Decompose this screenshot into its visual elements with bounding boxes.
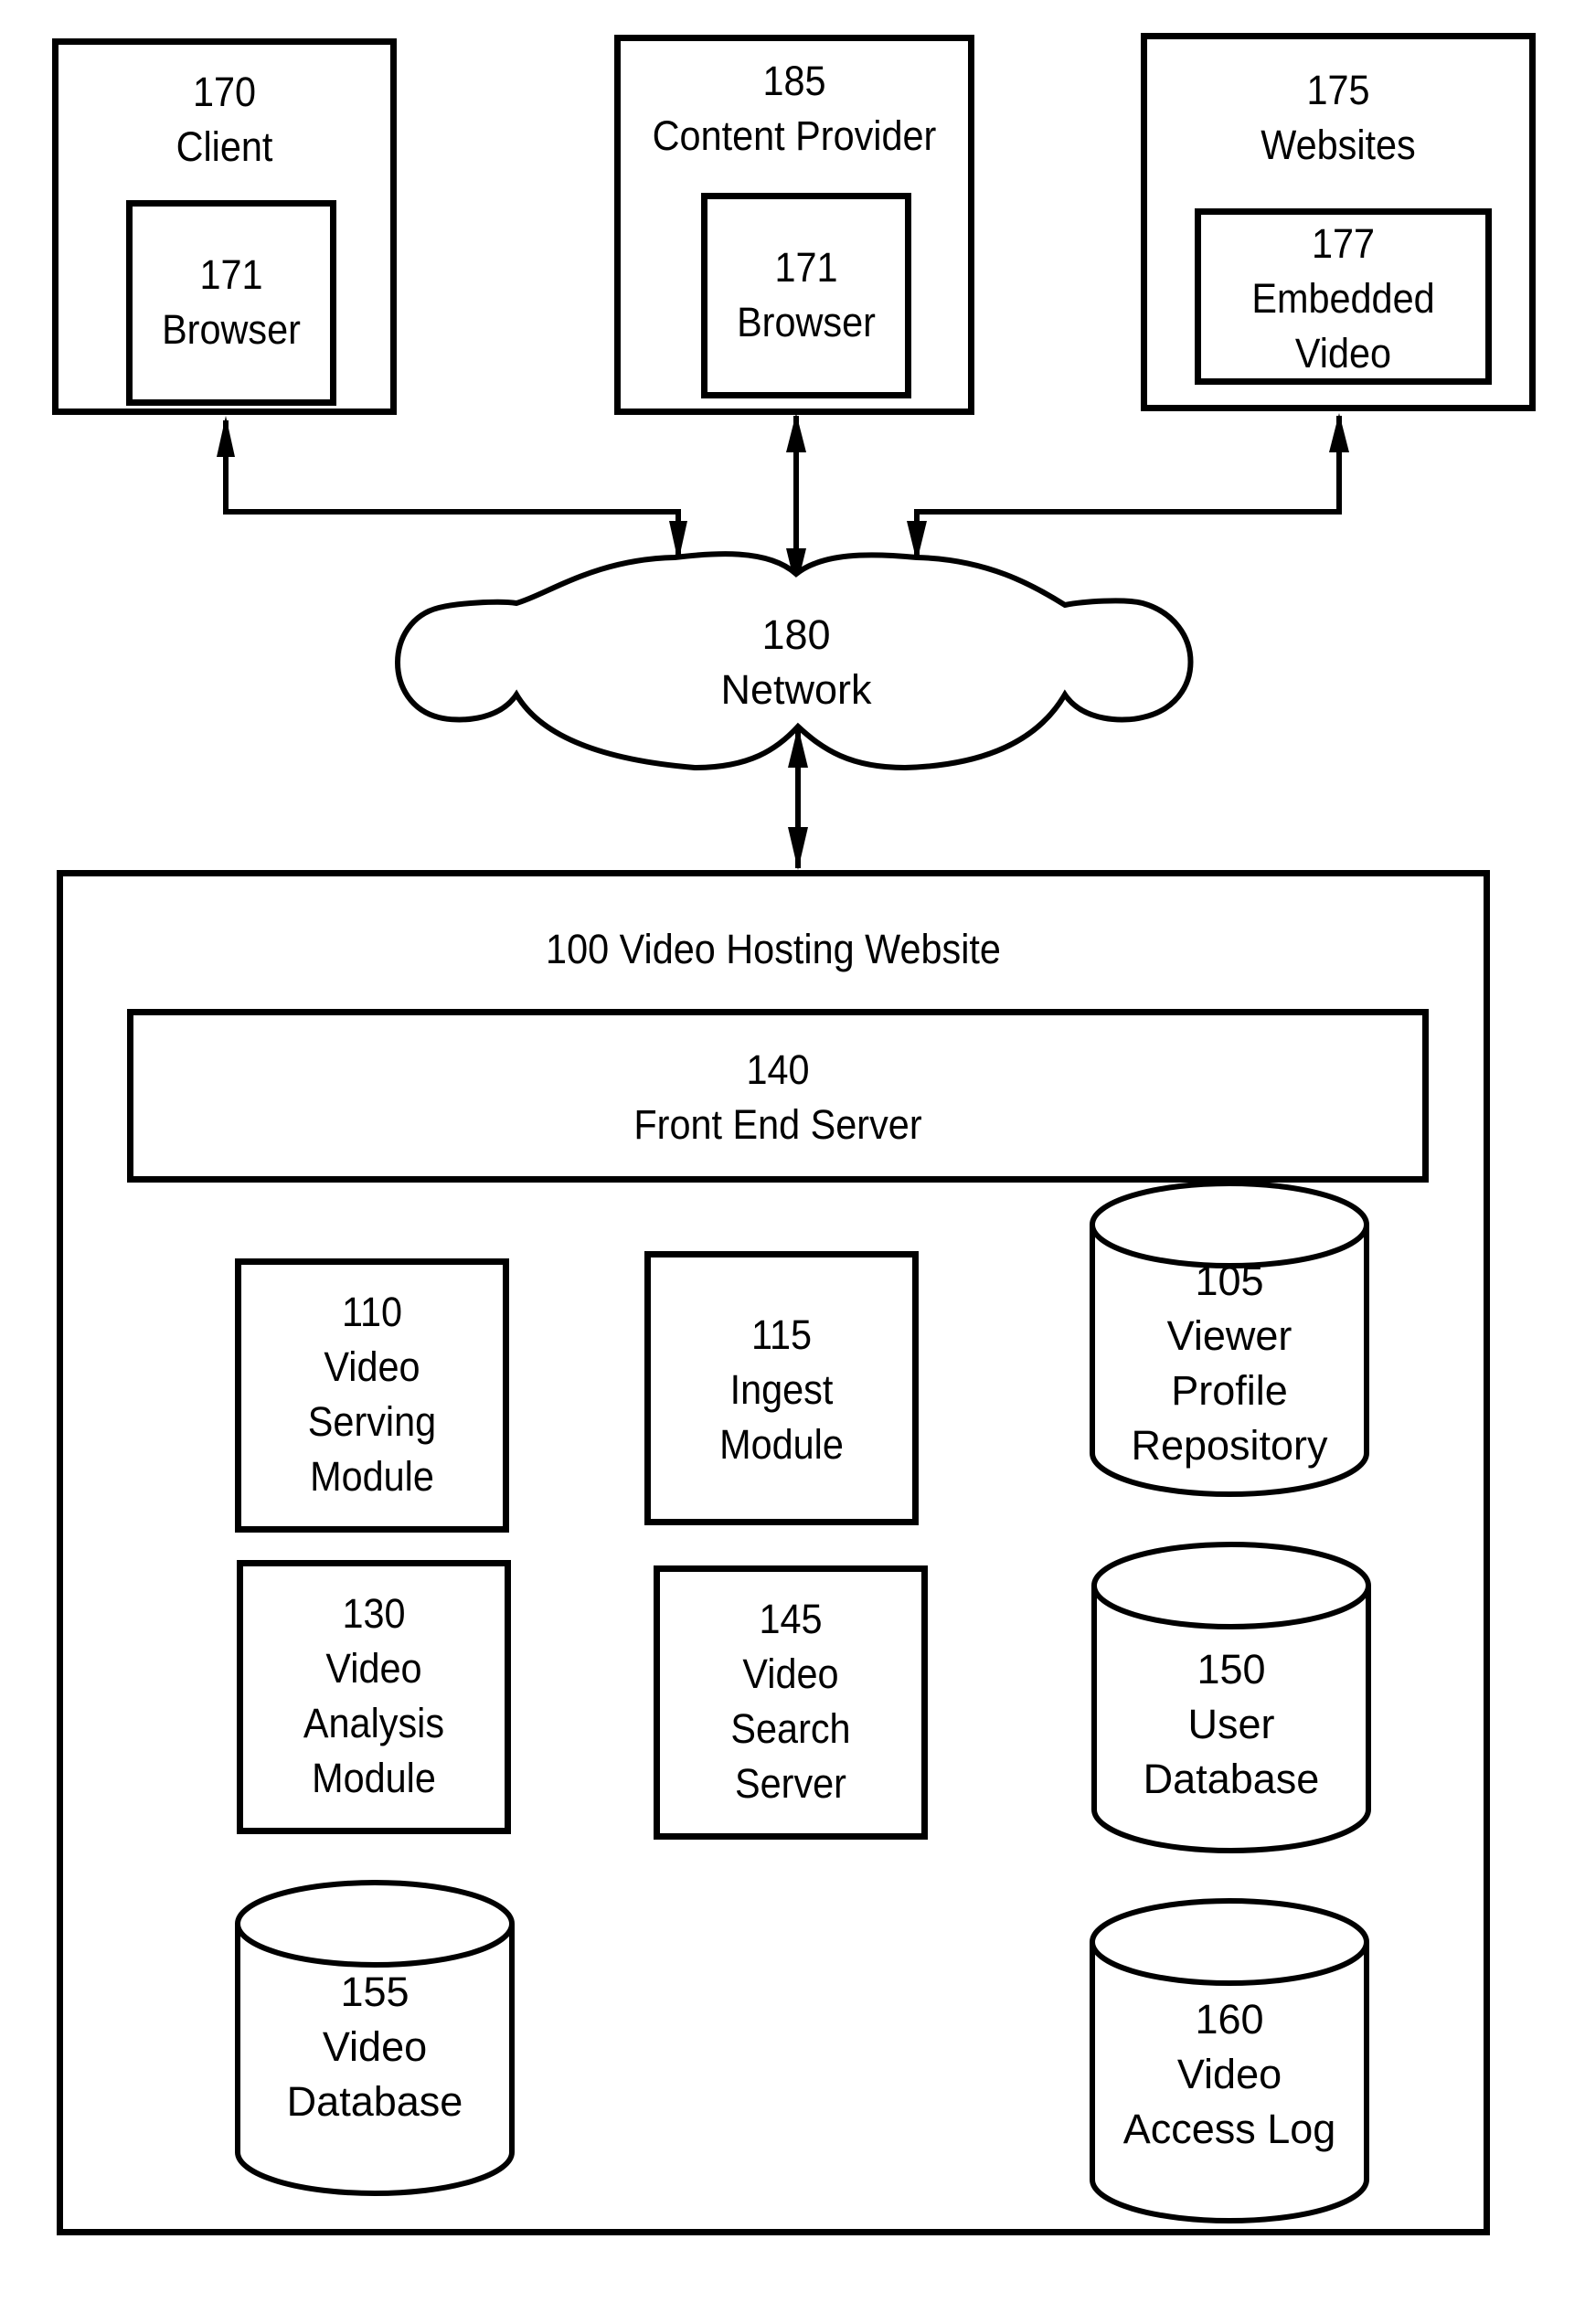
video-search-server-label: 145 Video Search Server: [670, 1592, 910, 1811]
network-name: Network: [720, 666, 872, 713]
embedded-video-line2: Video: [1294, 330, 1392, 377]
store-line: Profile: [1171, 1367, 1288, 1414]
arrowhead-up-content-provider: [786, 413, 806, 452]
store-line: Viewer: [1166, 1312, 1292, 1359]
module-line: Video: [742, 1650, 839, 1697]
websites-name: Websites: [1261, 122, 1416, 168]
video-analysis-module-box: 130 Video Analysis Module: [237, 1560, 511, 1834]
websites-ref: 175: [1306, 67, 1370, 113]
store-ref: 150: [1197, 1646, 1266, 1693]
module-line: Search: [730, 1705, 851, 1752]
module-ref: 110: [341, 1289, 403, 1335]
ingest-module-box: 115 Ingest Module: [644, 1251, 919, 1525]
store-ref: 105: [1195, 1258, 1264, 1304]
embedded-video-label: 177 Embedded Video: [1212, 217, 1473, 381]
store-line: User: [1187, 1701, 1275, 1747]
client-browser-label: 171 Browser: [141, 248, 323, 357]
video-serving-module-box: 110 Video Serving Module: [235, 1258, 509, 1533]
store-line: Database: [1143, 1756, 1320, 1802]
connector-client-network: [217, 416, 687, 562]
module-line: Serving: [307, 1398, 437, 1445]
video-search-server-box: 145 Video Search Server: [654, 1565, 928, 1840]
store-line: Video: [1176, 2051, 1282, 2097]
embedded-video-line1: Embedded: [1251, 275, 1435, 322]
arrowhead-up-websites: [1329, 413, 1349, 452]
client-browser-name: Browser: [162, 306, 301, 353]
content-provider-browser-label: 171 Browser: [716, 240, 898, 350]
module-ref: 145: [759, 1596, 823, 1642]
client-box: 170 Client 171 Browser: [52, 38, 397, 415]
module-line: Module: [719, 1421, 844, 1468]
module-ref: 130: [342, 1590, 406, 1637]
front-end-server-box: 140 Front End Server: [127, 1009, 1429, 1183]
module-line: Module: [310, 1453, 434, 1500]
module-line: Analysis: [303, 1700, 445, 1746]
video-access-log-label: 160 Video Access Log: [1092, 1992, 1367, 2157]
video-serving-module-label: 110 Video Serving Module: [251, 1285, 492, 1504]
embedded-video-box: 177 Embedded Video: [1195, 208, 1492, 385]
connector-content-provider-network: [786, 413, 806, 589]
arrowhead-down-hosting: [788, 827, 808, 870]
viewer-profile-repository-label: 105 Viewer Profile Repository: [1092, 1254, 1367, 1473]
front-end-server-ref: 140: [746, 1046, 810, 1093]
content-provider-browser-name: Browser: [737, 299, 876, 345]
client-ref: 170: [192, 69, 257, 115]
connector-network-hosting: [788, 727, 808, 870]
ingest-module-label: 115 Ingest Module: [661, 1308, 901, 1472]
content-provider-browser-box: 171 Browser: [701, 193, 911, 398]
module-line: Server: [735, 1760, 846, 1807]
network-ref: 180: [761, 611, 831, 658]
video-database-label: 155 Video Database: [238, 1965, 512, 2129]
connector-websites-network: [907, 413, 1349, 562]
arrowhead-up-client: [217, 416, 235, 457]
module-line: Video: [324, 1343, 420, 1390]
module-line: Module: [312, 1755, 436, 1801]
network-label: 180 Network: [705, 608, 888, 717]
video-analysis-module-label: 130 Video Analysis Module: [253, 1586, 494, 1806]
store-line: Repository: [1131, 1422, 1328, 1469]
front-end-server-name: Front End Server: [633, 1101, 922, 1148]
client-browser-box: 171 Browser: [126, 200, 336, 406]
embedded-video-ref: 177: [1311, 220, 1376, 267]
client-browser-ref: 171: [199, 251, 263, 298]
store-line: Database: [286, 2078, 463, 2125]
content-provider-ref: 185: [762, 58, 826, 104]
client-name: Client: [176, 123, 273, 170]
store-line: Video: [322, 2023, 428, 2070]
module-line: Video: [325, 1645, 422, 1692]
content-provider-label: 185 Content Provider: [626, 54, 963, 164]
content-provider-name: Content Provider: [652, 112, 937, 159]
video-hosting-website-title: 100 Video Hosting Website: [546, 926, 1001, 972]
content-provider-browser-ref: 171: [774, 244, 838, 291]
client-label: 170 Client: [72, 65, 378, 175]
store-ref: 155: [340, 1969, 410, 2015]
store-ref: 160: [1195, 1996, 1264, 2043]
websites-box: 175 Websites 177 Embedded Video: [1141, 33, 1536, 411]
module-ref: 115: [750, 1311, 813, 1358]
content-provider-box: 185 Content Provider 171 Browser: [614, 35, 974, 415]
module-line: Ingest: [729, 1366, 834, 1413]
websites-label: 175 Websites: [1163, 63, 1515, 173]
store-line: Access Log: [1122, 2106, 1336, 2152]
user-database-label: 150 User Database: [1094, 1642, 1368, 1807]
front-end-server-label: 140 Front End Server: [185, 1043, 1370, 1152]
